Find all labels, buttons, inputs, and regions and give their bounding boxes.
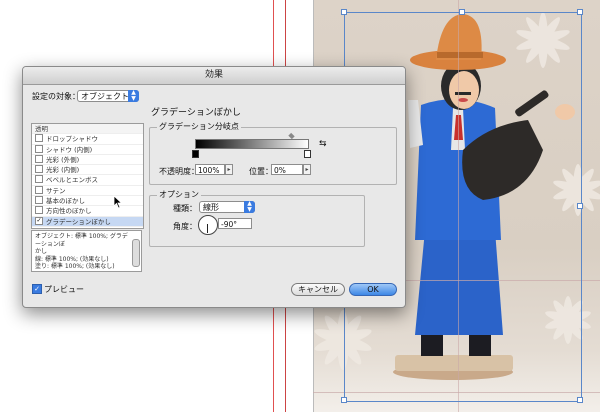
- resize-handle[interactable]: [459, 9, 465, 15]
- gradient-ramp[interactable]: [195, 139, 309, 149]
- effect-label: サテン: [46, 186, 66, 195]
- effect-list-item[interactable]: 基本のぼかし: [32, 196, 143, 207]
- effect-label: 基本のぼかし: [46, 197, 85, 206]
- effect-label: ベベルとエンボス: [46, 176, 98, 185]
- target-label: 設定の対象：: [32, 92, 80, 101]
- resize-handle[interactable]: [577, 397, 583, 403]
- effect-list-item[interactable]: 光彩 (内側): [32, 165, 143, 176]
- angle-input[interactable]: -90°: [218, 218, 252, 229]
- effect-label: 透明: [35, 125, 48, 133]
- effect-label: グラデーションぼかし: [46, 217, 111, 226]
- effect-list-item[interactable]: シャドウ (内側): [32, 144, 143, 155]
- effect-label: ドロップシャドウ: [46, 135, 98, 144]
- resize-handle[interactable]: [341, 397, 347, 403]
- effect-list-item[interactable]: 透明: [32, 124, 143, 135]
- effect-list-item[interactable]: ドロップシャドウ: [32, 134, 143, 145]
- effect-summary: オブジェクト: 標準 100%; グラデーションぼ かし 線: 標準 100%;…: [31, 230, 142, 272]
- chevron-up-down-icon: ▲ ▼: [244, 201, 255, 213]
- effect-label: シャドウ (内側): [46, 145, 93, 154]
- summary-line: 塗り: 標準 100%; (効果なし): [35, 263, 115, 270]
- effect-list[interactable]: 透明ドロップシャドウ シャドウ (内側) 光彩 (外側) 光彩 (内側) ベベルとエンボ…: [31, 123, 144, 229]
- opacity-stepper[interactable]: ▸: [225, 164, 233, 175]
- effect-checkbox[interactable]: [35, 175, 43, 184]
- cancel-button[interactable]: キャンセル: [291, 283, 345, 296]
- effects-dialog: 効果 設定の対象： オブジェクト ▲ ▼ 透明 ドロップシャドウ シャドウ (内側) 光…: [22, 66, 406, 308]
- summary-scrollbar[interactable]: [132, 239, 140, 267]
- resize-handle[interactable]: [577, 9, 583, 15]
- effect-checkbox[interactable]: [35, 154, 43, 163]
- effect-checkbox[interactable]: [35, 206, 43, 215]
- effect-list-item[interactable]: ベベルとエンボス: [32, 175, 143, 186]
- effect-label: 光彩 (内側): [46, 166, 80, 175]
- effect-checkbox[interactable]: [35, 144, 43, 153]
- effect-list-item[interactable]: 光彩 (外側): [32, 154, 143, 166]
- resize-handle[interactable]: [341, 9, 347, 15]
- reverse-gradient-icon[interactable]: ⇆: [319, 139, 327, 149]
- ok-button[interactable]: OK: [349, 283, 397, 296]
- type-label: 種類：: [173, 204, 197, 213]
- summary-line: かし: [35, 248, 48, 255]
- position-label: 位置：: [249, 167, 273, 176]
- effect-list-item[interactable]: ✓ グラデーションぼかし: [32, 216, 143, 227]
- type-select[interactable]: 線形 ▲ ▼: [199, 201, 255, 213]
- target-select-value: オブジェクト: [81, 92, 129, 101]
- opacity-input[interactable]: 100%: [195, 164, 225, 175]
- section-title: グラデーションぼかし: [151, 108, 241, 118]
- position-stepper[interactable]: ▸: [303, 164, 311, 175]
- effect-checkbox[interactable]: [35, 196, 43, 205]
- preview-checkbox[interactable]: ✓: [32, 284, 42, 294]
- opacity-label: 不透明度：: [159, 167, 199, 176]
- mouse-pointer-icon: [113, 195, 123, 209]
- effect-label: 光彩 (外側): [46, 155, 80, 164]
- effect-checkbox[interactable]: ✓: [35, 216, 43, 225]
- effect-checkbox[interactable]: [35, 134, 43, 143]
- summary-line: 線: 標準 100%; (効果なし): [35, 255, 109, 263]
- resize-handle[interactable]: [577, 203, 583, 209]
- effect-checkbox[interactable]: [35, 165, 43, 174]
- effect-checkbox[interactable]: [35, 185, 43, 194]
- target-select[interactable]: オブジェクト ▲ ▼: [77, 90, 139, 102]
- dialog-title: 効果: [23, 67, 405, 85]
- effect-label: 方向性のぼかし: [46, 207, 92, 216]
- gradient-stop-start[interactable]: [192, 150, 199, 158]
- gradient-stop-end[interactable]: [304, 150, 311, 158]
- type-select-value: 線形: [203, 203, 219, 212]
- summary-line: オブジェクト: 標準 100%; グラデーションぼ: [35, 233, 128, 248]
- angle-dial[interactable]: [198, 215, 218, 235]
- effect-list-item[interactable]: サテン: [32, 185, 143, 197]
- options-title: オプション: [157, 189, 201, 200]
- effect-list-item[interactable]: 方向性のぼかし: [32, 206, 143, 217]
- chevron-up-down-icon: ▲ ▼: [128, 90, 139, 102]
- position-input[interactable]: 0%: [271, 164, 303, 175]
- preview-label: プレビュー: [44, 285, 84, 294]
- angle-label: 角度：: [173, 222, 197, 231]
- angle-needle: [207, 224, 208, 233]
- gradient-stops-title: グラデーション分岐点: [157, 121, 241, 132]
